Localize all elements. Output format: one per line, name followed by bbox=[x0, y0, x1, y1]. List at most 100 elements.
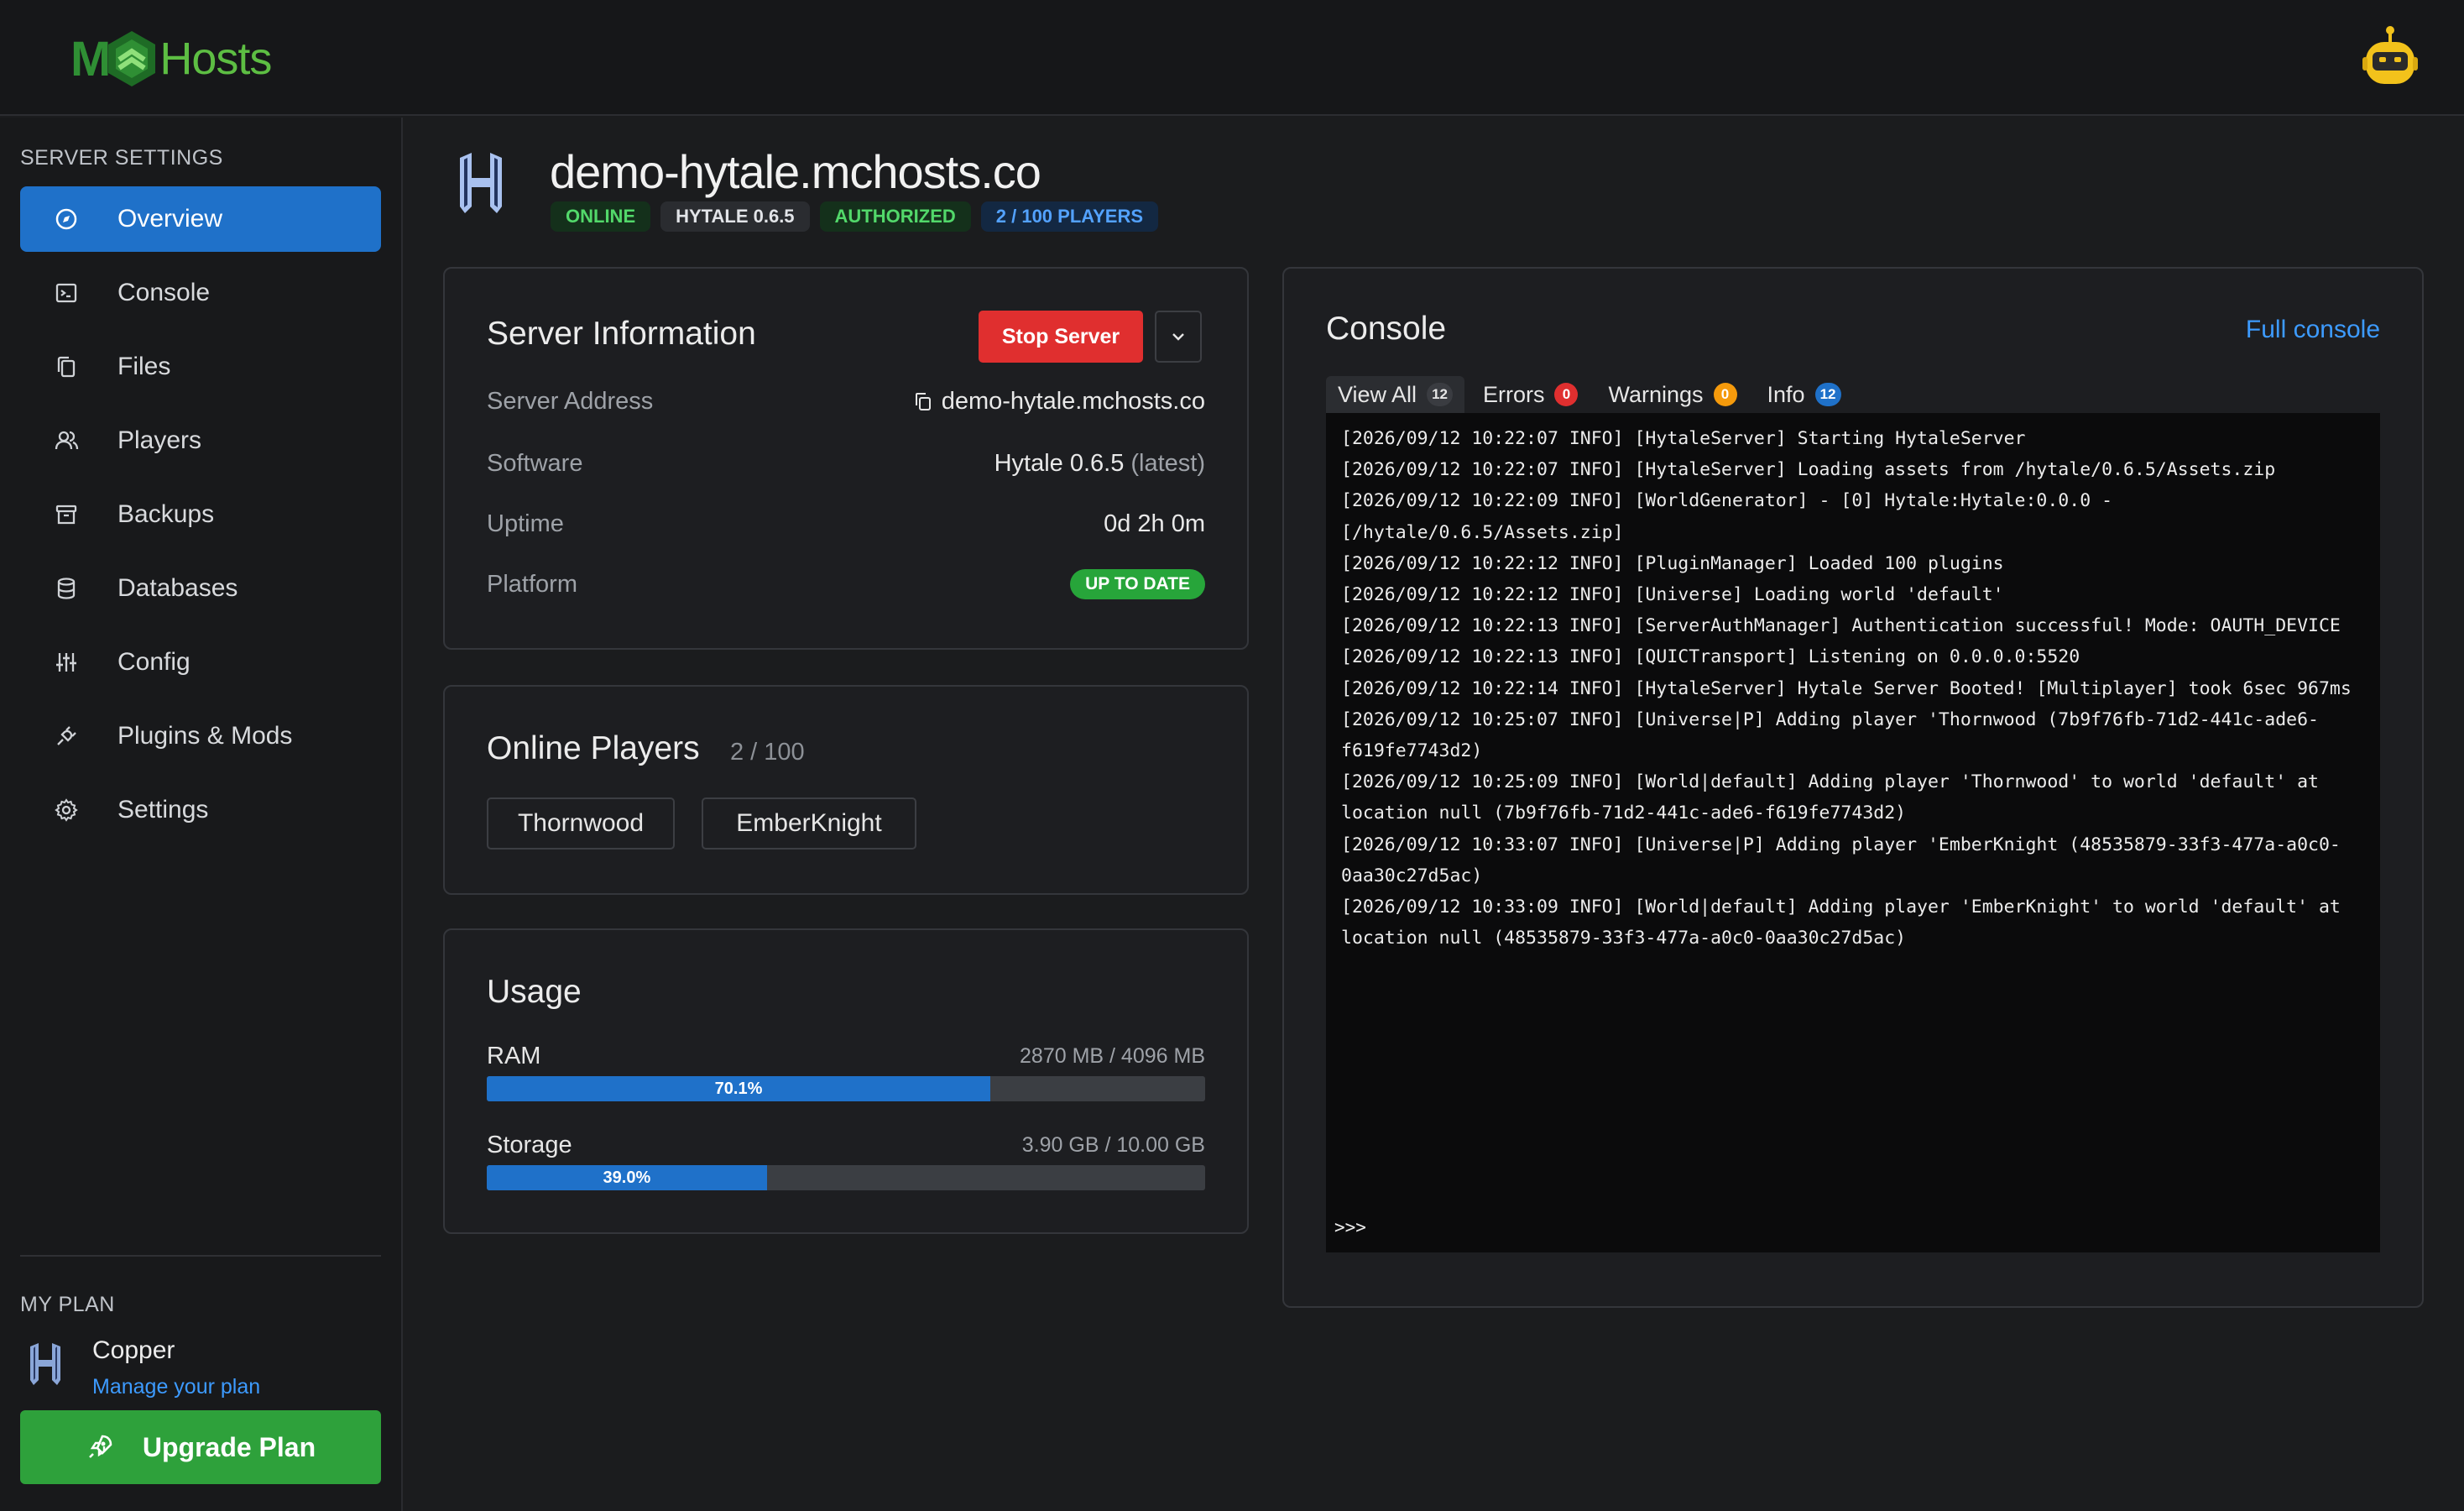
info-row-software: Software Hytale 0.6.5 (latest) bbox=[487, 447, 1205, 480]
player-chip[interactable]: Thornwood bbox=[487, 797, 675, 850]
info-row-address: Server Address demo-hytale.mchosts.co bbox=[487, 384, 1205, 418]
sidebar-item-label: Overview bbox=[117, 205, 223, 233]
software-value: Hytale 0.6.5 (latest) bbox=[994, 450, 1205, 478]
sidebar-item-label: Files bbox=[117, 353, 171, 380]
sidebar-item-label: Backups bbox=[117, 500, 215, 528]
sidebar-item-players[interactable]: Players bbox=[20, 408, 381, 473]
tab-errors[interactable]: Errors 0 bbox=[1471, 376, 1590, 413]
console-line: [2026/09/12 10:22:13 INFO] [ServerAuthMa… bbox=[1341, 615, 2341, 637]
tab-count: 12 bbox=[1814, 383, 1841, 406]
storage-value: 3.90 GB / 10.00 GB bbox=[1021, 1133, 1205, 1157]
ram-value: 2870 MB / 4096 MB bbox=[1020, 1044, 1205, 1068]
server-info-title: Server Information bbox=[487, 316, 756, 352]
sidebar-item-label: Players bbox=[117, 426, 202, 454]
stop-server-button[interactable]: Stop Server bbox=[979, 311, 1143, 363]
sidebar-item-console[interactable]: Console bbox=[20, 260, 381, 326]
server-address-value[interactable]: demo-hytale.mchosts.co bbox=[913, 388, 1205, 416]
manage-plan-link[interactable]: Manage your plan bbox=[92, 1375, 260, 1399]
console-line: [2026/09/12 10:22:12 INFO] [Universe] Lo… bbox=[1341, 584, 2004, 606]
sidebar-item-config[interactable]: Config bbox=[20, 630, 381, 695]
compass-icon bbox=[52, 205, 81, 233]
sidebar-item-backups[interactable]: Backups bbox=[20, 482, 381, 547]
database-icon bbox=[52, 574, 81, 603]
tab-info[interactable]: Info 12 bbox=[1756, 376, 1853, 413]
sidebar-item-label: Console bbox=[117, 279, 211, 306]
player-chip[interactable]: EmberKnight bbox=[702, 797, 916, 850]
console-card: Console Full console View All 12 Errors … bbox=[1282, 267, 2424, 1308]
terminal-icon bbox=[52, 279, 81, 307]
tab-label: Errors bbox=[1482, 381, 1545, 407]
storage-bar: 39.0% bbox=[487, 1165, 1205, 1190]
console-line: [2026/09/12 10:25:09 INFO] [World|defaul… bbox=[1341, 771, 2330, 824]
tab-label: Warnings bbox=[1608, 381, 1704, 407]
console-prompt[interactable]: >>> bbox=[1334, 1217, 1366, 1237]
console-line: [2026/09/12 10:25:07 INFO] [Universe|P] … bbox=[1341, 708, 2319, 762]
server-address-text: demo-hytale.mchosts.co bbox=[941, 387, 1205, 415]
logo[interactable]: M Hosts bbox=[70, 25, 272, 92]
server-settings-label: SERVER SETTINGS bbox=[20, 146, 223, 170]
console-line: [2026/09/12 10:22:13 INFO] [QUICTranspor… bbox=[1341, 646, 2080, 668]
platform-status-badge: UP TO DATE bbox=[1070, 569, 1205, 599]
full-console-link[interactable]: Full console bbox=[2246, 316, 2380, 344]
software-version: Hytale 0.6.5 bbox=[994, 449, 1125, 477]
online-players-title: Online Players bbox=[487, 730, 700, 766]
info-row-platform: Platform UP TO DATE bbox=[487, 567, 1205, 601]
sidebar-item-label: Config bbox=[117, 648, 191, 676]
logo-hex-icon bbox=[108, 31, 156, 86]
online-players-count: 2 / 100 bbox=[730, 739, 805, 766]
upgrade-plan-label: Upgrade Plan bbox=[142, 1431, 316, 1462]
info-key: Platform bbox=[487, 570, 577, 598]
info-key: Server Address bbox=[487, 387, 654, 415]
robot-assistant-icon[interactable] bbox=[2362, 25, 2418, 87]
upgrade-plan-button[interactable]: Upgrade Plan bbox=[20, 1410, 381, 1484]
chevron-down-icon bbox=[1172, 333, 1184, 341]
sidebar-item-settings[interactable]: Settings bbox=[20, 777, 381, 843]
sidebar-item-label: Settings bbox=[117, 796, 209, 823]
plan-name: Copper bbox=[92, 1336, 175, 1364]
info-key: Software bbox=[487, 449, 583, 477]
console-output[interactable]: [2026/09/12 10:22:07 INFO] [HytaleServer… bbox=[1326, 413, 2380, 1252]
version-badge: HYTALE 0.6.5 bbox=[660, 201, 810, 232]
tab-view-all[interactable]: View All 12 bbox=[1326, 376, 1464, 413]
sidebar-item-overview[interactable]: Overview bbox=[20, 186, 381, 252]
console-line: [2026/09/12 10:22:14 INFO] [HytaleServer… bbox=[1341, 677, 2352, 699]
uptime-value: 0d 2h 0m bbox=[1104, 510, 1205, 537]
info-key: Uptime bbox=[487, 510, 564, 537]
sidebar-item-files[interactable]: Files bbox=[20, 334, 381, 400]
files-icon bbox=[52, 353, 81, 381]
my-plan-label: MY PLAN bbox=[20, 1293, 115, 1316]
software-note: (latest) bbox=[1130, 449, 1205, 477]
tab-label: View All bbox=[1338, 381, 1417, 407]
console-line: [2026/09/12 10:22:07 INFO] [HytaleServer… bbox=[1341, 459, 2276, 481]
players-badge: 2 / 100 PLAYERS bbox=[980, 201, 1159, 232]
ram-bar-fill: 70.1% bbox=[487, 1076, 991, 1101]
ram-bar: 70.1% bbox=[487, 1076, 1205, 1101]
logo-m: M bbox=[70, 31, 111, 86]
rocket-icon bbox=[88, 1435, 112, 1458]
tab-warnings[interactable]: Warnings 0 bbox=[1596, 376, 1748, 413]
copy-icon[interactable] bbox=[913, 391, 933, 411]
hytale-plan-icon bbox=[30, 1343, 60, 1385]
hytale-server-icon bbox=[460, 153, 502, 213]
sidebar-item-label: Databases bbox=[117, 574, 238, 602]
sidebar-item-plugins[interactable]: Plugins & Mods bbox=[20, 703, 381, 769]
server-info-card: Server Information Stop Server Server Ad… bbox=[443, 267, 1249, 650]
power-options-dropdown[interactable] bbox=[1155, 311, 1202, 363]
console-filter-tabs: View All 12 Errors 0 Warnings 0 Info 12 bbox=[1326, 376, 1853, 413]
gear-icon bbox=[52, 796, 81, 824]
sidebar-item-databases[interactable]: Databases bbox=[20, 556, 381, 621]
tab-label: Info bbox=[1767, 381, 1805, 407]
sidebar-divider bbox=[20, 1255, 381, 1257]
tab-count: 12 bbox=[1427, 383, 1453, 406]
sidebar-item-label: Plugins & Mods bbox=[117, 722, 293, 750]
logo-hosts: Hosts bbox=[159, 34, 272, 84]
console-line: [2026/09/12 10:33:09 INFO] [World|defaul… bbox=[1341, 897, 2352, 949]
sidebar: SERVER SETTINGS Overview Console Files P… bbox=[0, 118, 403, 1511]
usage-card: Usage RAM 2870 MB / 4096 MB 70.1% Storag… bbox=[443, 928, 1249, 1234]
usage-title: Usage bbox=[487, 974, 582, 1010]
ram-label: RAM bbox=[487, 1043, 541, 1069]
page-title: demo-hytale.mchosts.co bbox=[550, 145, 1041, 198]
status-badges: ONLINE HYTALE 0.6.5 AUTHORIZED 2 / 100 P… bbox=[551, 201, 1159, 232]
console-line: [2026/09/12 10:22:09 INFO] [WorldGenerat… bbox=[1341, 490, 2123, 543]
console-line: [2026/09/12 10:22:12 INFO] [PluginManage… bbox=[1341, 552, 2004, 574]
